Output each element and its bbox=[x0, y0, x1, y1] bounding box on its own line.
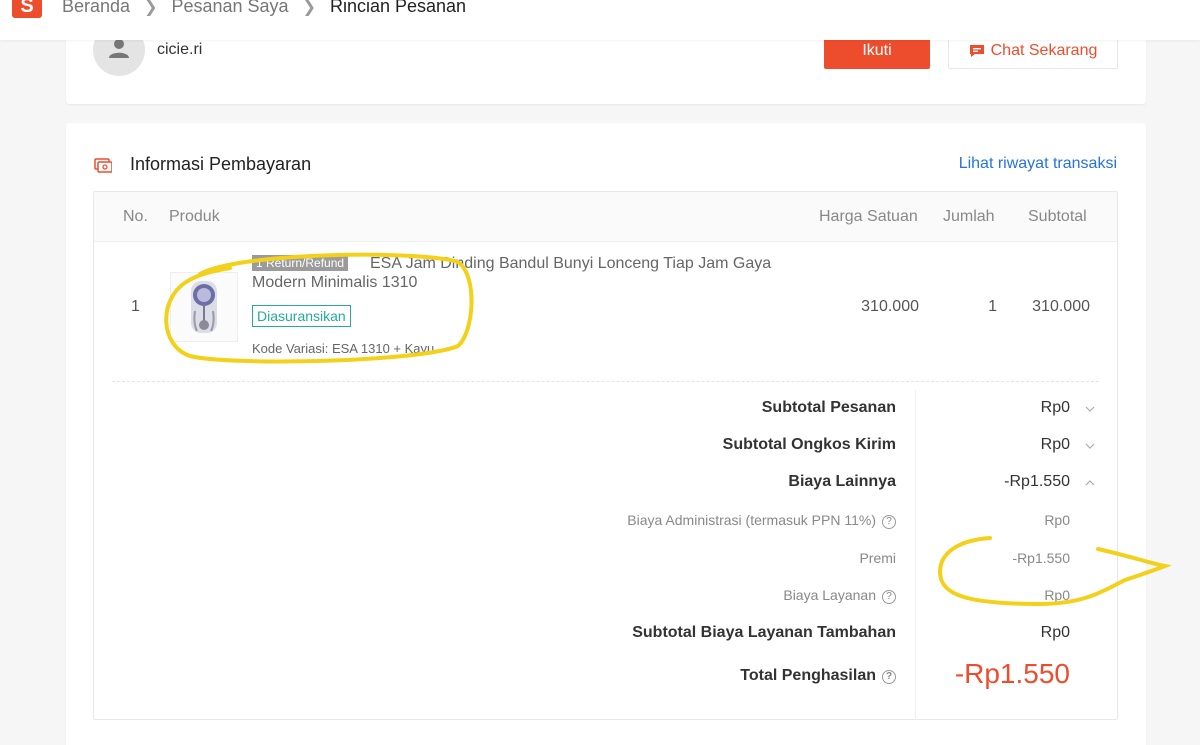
other-fees-label: Biaya Lainnya bbox=[788, 473, 896, 490]
pendulum-clock-image bbox=[191, 281, 217, 333]
other-fees-value: -Rp1.550 bbox=[1004, 473, 1070, 490]
breadcrumb-current: Rincian Pesanan bbox=[329, 0, 467, 16]
help-icon[interactable]: ? bbox=[882, 670, 896, 684]
total-income-text: Total Penghasilan bbox=[740, 667, 876, 684]
insured-badge: Diasuransikan bbox=[252, 305, 351, 327]
shopee-logo[interactable]: S bbox=[12, 0, 42, 18]
admin-fee-value: Rp0 bbox=[1044, 512, 1070, 528]
total-income-value: -Rp1.550 bbox=[954, 658, 1070, 689]
top-bar: S Beranda ❯ Pesanan Saya ❯ Rincian Pesan… bbox=[0, 0, 1200, 40]
col-no: No. bbox=[123, 208, 148, 225]
breadcrumb-my-orders[interactable]: Pesanan Saya bbox=[171, 0, 288, 17]
help-icon[interactable]: ? bbox=[882, 590, 896, 604]
service-fee-value: Rp0 bbox=[1044, 587, 1070, 603]
summary-divider bbox=[915, 390, 916, 720]
service-fee-text: Biaya Layanan bbox=[783, 587, 876, 603]
premium-label: Premi bbox=[859, 550, 896, 566]
col-unit-price: Harga Satuan bbox=[819, 208, 918, 225]
chevron-down-icon[interactable] bbox=[1083, 402, 1097, 416]
payment-info-card: Informasi Pembayaran Lihat riwayat trans… bbox=[66, 123, 1146, 745]
chevron-right-icon: ❯ bbox=[302, 0, 316, 16]
return-refund-tag: 1 Return/Refund bbox=[252, 255, 349, 271]
transaction-history-link[interactable]: Lihat riwayat transaksi bbox=[959, 155, 1117, 173]
extra-service-value: Rp0 bbox=[1040, 624, 1070, 641]
col-subtotal: Subtotal bbox=[1028, 208, 1087, 225]
chevron-up-icon[interactable] bbox=[1083, 476, 1097, 490]
chat-icon bbox=[969, 44, 984, 57]
breadcrumb-home[interactable]: Beranda bbox=[62, 0, 130, 17]
order-table: No. Produk Harga Satuan Jumlah Subtotal … bbox=[93, 191, 1118, 720]
subtotal-order-label: Subtotal Pesanan bbox=[761, 399, 896, 416]
item-unit-price: 310.000 bbox=[861, 298, 919, 315]
subtotal-shipping-value: Rp0 bbox=[1040, 436, 1070, 453]
payment-icon bbox=[94, 158, 112, 173]
table-header: No. Produk Harga Satuan Jumlah Subtotal bbox=[94, 192, 1117, 242]
shop-name[interactable]: cicie.ri bbox=[157, 41, 202, 59]
item-subtotal: 310.000 bbox=[1032, 298, 1090, 315]
admin-fee-label: Biaya Administrasi (termasuk PPN 11%)? bbox=[627, 512, 896, 529]
item-qty: 1 bbox=[988, 298, 997, 315]
col-qty: Jumlah bbox=[943, 208, 995, 225]
subtotal-order-value: Rp0 bbox=[1040, 399, 1070, 416]
col-product: Produk bbox=[169, 208, 220, 225]
chevron-right-icon: ❯ bbox=[144, 0, 158, 16]
divider bbox=[112, 381, 1099, 382]
premium-value: -Rp1.550 bbox=[1012, 550, 1070, 566]
admin-fee-text: Biaya Administrasi (termasuk PPN 11%) bbox=[627, 512, 876, 528]
breadcrumb: Beranda ❯ Pesanan Saya ❯ Rincian Pesanan bbox=[62, 0, 466, 17]
chevron-down-icon[interactable] bbox=[1083, 439, 1097, 453]
help-icon[interactable]: ? bbox=[882, 515, 896, 529]
service-fee-label: Biaya Layanan? bbox=[783, 587, 896, 604]
item-number: 1 bbox=[131, 298, 140, 315]
chat-button-label: Chat Sekarang bbox=[990, 41, 1098, 59]
subtotal-shipping-label: Subtotal Ongkos Kirim bbox=[722, 436, 896, 453]
total-income-label: Total Penghasilan? bbox=[740, 667, 896, 685]
extra-service-label: Subtotal Biaya Layanan Tambahan bbox=[632, 624, 896, 641]
product-image[interactable] bbox=[170, 272, 238, 342]
payment-info-title: Informasi Pembayaran bbox=[130, 154, 312, 174]
product-variant: Kode Variasi: ESA 1310 + Kayu bbox=[252, 341, 435, 356]
